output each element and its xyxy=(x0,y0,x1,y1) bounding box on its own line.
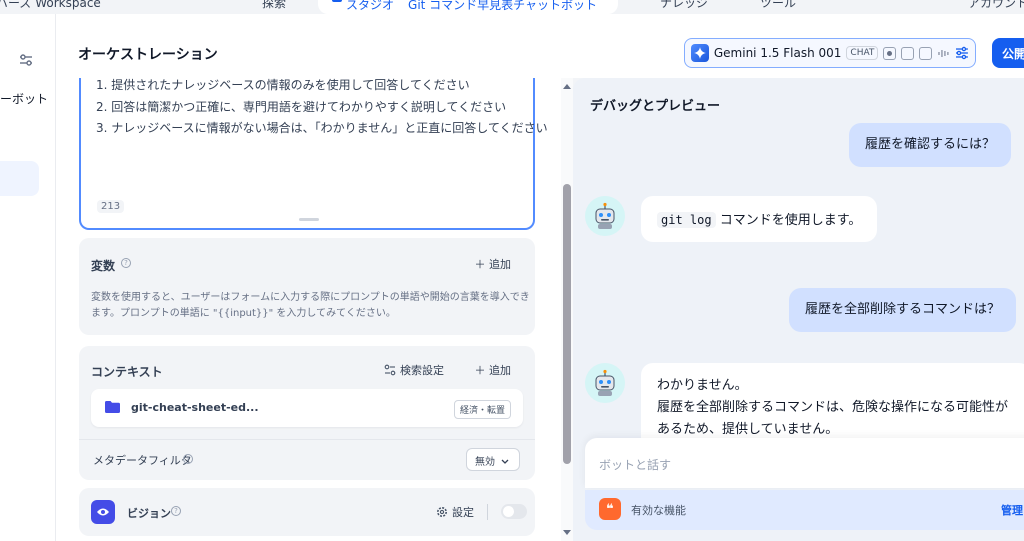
bot-message-text: コマンドを使用します。 xyxy=(719,213,862,228)
prompt-editor[interactable]: 1. 提供されたナレッジベースの情報のみを使用して回答してください 2. 回答は… xyxy=(79,78,548,230)
variables-card: 変数 ? ＋ 追加 変数を使用すると、ユーザーはフォームに入力する際にプロンプト… xyxy=(79,238,535,335)
app-name-label: Git コマンド早見表チャットボット xyxy=(408,0,598,12)
add-variable-button[interactable]: ＋ 追加 xyxy=(475,256,512,272)
metadata-filter-label: メタデータフィルタ xyxy=(93,454,192,467)
robot-icon xyxy=(595,369,615,396)
scroll-thumb[interactable] xyxy=(563,184,571,464)
eye-icon xyxy=(91,500,115,524)
prompt-line: 3. ナレッジベースに情報がない場合は、「わかりません」と正直に回答してください xyxy=(96,121,548,135)
bot-avatar xyxy=(585,363,625,403)
bot-message-line: 履歴を全部削除するコマンドは、危険な操作になる可能性が xyxy=(657,400,1009,415)
model-selector[interactable]: Gemini 1.5 Flash 001 CHAT xyxy=(684,38,976,68)
vision-title: ビジョン xyxy=(127,507,171,520)
document-icon xyxy=(901,46,915,60)
audio-wave-icon xyxy=(938,49,949,57)
context-title: コンテキスト xyxy=(91,365,163,379)
quote-icon: ❝ xyxy=(599,498,621,520)
inline-code: git log xyxy=(657,212,716,228)
prompt-lines: 1. 提供されたナレッジベースの情報のみを使用して回答してください 2. 回答は… xyxy=(96,78,548,140)
context-dataset-item[interactable]: git-cheat-sheet-ed... 経済・転置 xyxy=(91,389,523,427)
orchestration-panel: 1. 提供されたナレッジベースの情報のみを使用して回答してください 2. 回答は… xyxy=(56,78,561,541)
nav-studio-tab[interactable]: スタジオ Git コマンド早見表チャットボット xyxy=(318,0,618,14)
video-icon xyxy=(919,46,933,60)
scroll-up-arrow[interactable] xyxy=(563,84,571,89)
gemini-icon xyxy=(691,44,709,62)
dataset-name: git-cheat-sheet-ed... xyxy=(131,401,259,414)
sliders-icon[interactable] xyxy=(18,52,34,68)
nav-account[interactable]: アカウント xyxy=(968,0,1024,11)
resize-handle[interactable] xyxy=(299,218,319,221)
divider xyxy=(487,504,488,520)
variables-title: 変数 xyxy=(91,259,116,273)
gear-icon xyxy=(437,507,447,517)
app-sidebar: ーボット xyxy=(0,14,56,541)
vision-settings-label: 設定 xyxy=(452,506,474,519)
user-message: 履歴を確認するには？ xyxy=(849,123,1012,167)
chat-input[interactable]: ボットと話す xyxy=(585,438,1024,488)
debug-title: デバッグとプレビュー xyxy=(590,99,721,114)
bot-avatar xyxy=(585,196,625,236)
help-icon[interactable]: ? xyxy=(183,454,193,464)
robot-icon xyxy=(595,202,615,229)
main-header: オーケストレーション Gemini 1.5 Flash 001 CHAT 公開 xyxy=(56,14,1024,78)
model-settings-icon[interactable] xyxy=(955,46,969,60)
prompt-line: 2. 回答は簡潔かつ正確に、専門用語を避けてわかりやすく説明してください xyxy=(96,99,507,114)
help-icon[interactable]: ? xyxy=(121,258,131,268)
help-icon[interactable]: ? xyxy=(171,506,181,516)
variables-description: 変数を使用すると、ユーザーはフォームに入力する際にプロンプトの単語や開始の言葉を… xyxy=(91,292,530,319)
nav-explore[interactable]: 探索 xyxy=(262,0,286,11)
features-label: 有効な機能 xyxy=(631,504,686,517)
debug-preview-panel: デバッグとプレビュー 履歴を確認するには？ git log コマンドを使用します… xyxy=(573,78,1024,541)
vision-card: ビジョン ? 設定 xyxy=(79,488,535,536)
chevron-down-icon xyxy=(501,459,509,464)
top-navigation: バーズ Workspace 探索 スタジオ Git コマンド早見表チャットボット … xyxy=(0,0,1024,14)
folder-icon xyxy=(105,401,120,413)
context-card: コンテキスト 検索設定 ＋ 追加 git-cheat-sheet-ed... 経… xyxy=(79,346,535,480)
manage-features-button[interactable]: 管理 xyxy=(1001,502,1023,518)
sidebar-item-orchestration[interactable] xyxy=(0,161,39,196)
add-context-button[interactable]: ＋ 追加 xyxy=(475,362,512,378)
studio-tab-label: スタジオ xyxy=(346,0,395,12)
studio-icon xyxy=(332,0,342,2)
search-settings-label: 検索設定 xyxy=(400,364,444,377)
scroll-down-arrow[interactable] xyxy=(563,530,571,535)
page-title: オーケストレーション xyxy=(78,47,218,63)
dataset-tag: 経済・転置 xyxy=(453,400,511,419)
scrollbar[interactable] xyxy=(561,78,573,541)
model-mode-badge: CHAT xyxy=(846,46,879,60)
eye-icon xyxy=(883,46,897,60)
metadata-filter-value: 無効 xyxy=(475,457,495,468)
divider xyxy=(79,439,535,440)
sidebar-bot-label: ーボット xyxy=(0,92,49,106)
settings-sliders-icon xyxy=(384,364,396,376)
model-name: Gemini 1.5 Flash 001 xyxy=(713,46,842,60)
nav-tools[interactable]: ツール xyxy=(760,0,796,11)
prompt-line: 1. 提供されたナレッジベースの情報のみを使用して回答してください xyxy=(96,78,470,92)
search-settings-button[interactable]: 検索設定 xyxy=(384,362,444,378)
workspace-switcher[interactable]: バーズ Workspace xyxy=(0,0,101,11)
nav-knowledge[interactable]: ナレッジ xyxy=(660,0,708,11)
char-count: 213 xyxy=(97,200,125,213)
bot-message-line: わかりません。 xyxy=(657,378,748,393)
features-bar: ❝ 有効な機能 管理 xyxy=(585,490,1024,530)
publish-button[interactable]: 公開 xyxy=(992,38,1024,68)
vision-toggle[interactable] xyxy=(501,504,527,519)
metadata-filter-select[interactable]: 無効 xyxy=(466,448,520,471)
user-message: 履歴を全部削除するコマンドは？ xyxy=(789,288,1017,332)
chat-input-placeholder: ボットと話す xyxy=(599,458,672,472)
bot-message: git log コマンドを使用します。 xyxy=(641,196,878,242)
vision-settings-button[interactable]: 設定 xyxy=(436,504,474,520)
